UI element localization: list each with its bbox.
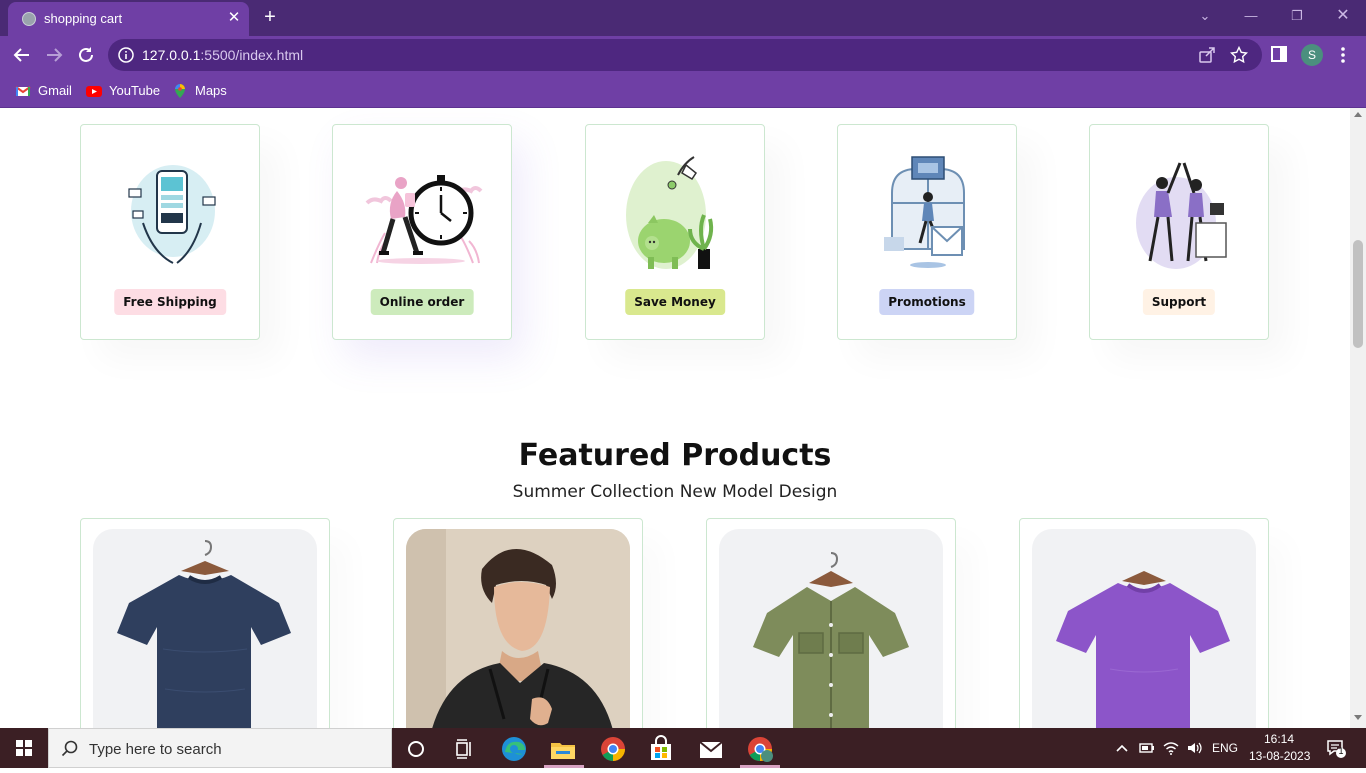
product-image-purple-tshirt[interactable]	[1032, 529, 1256, 728]
feature-label: Online order	[370, 289, 474, 315]
mail-icon[interactable]	[696, 734, 726, 764]
model-portrait-image	[406, 529, 630, 728]
feature-label: Support	[1142, 289, 1216, 315]
share-icon[interactable]	[1198, 46, 1216, 64]
feature-label: Promotions	[879, 289, 975, 315]
product-card[interactable]	[1019, 518, 1269, 728]
back-button[interactable]	[8, 41, 36, 69]
high-five-illustration	[1136, 162, 1227, 269]
bookmark-label: Gmail	[38, 83, 72, 98]
forward-arrow-icon	[47, 48, 63, 62]
bookmark-label: Maps	[195, 83, 227, 98]
featured-products-subtitle: Summer Collection New Model Design	[512, 482, 838, 502]
product-image-navy-tshirt[interactable]	[93, 529, 317, 728]
bookmark-star-icon[interactable]	[1230, 46, 1248, 64]
page-viewport: Free Shipping Online order Save Money Pr…	[0, 108, 1350, 728]
address-bar[interactable]: 127.0.0.1:5500/index.html	[108, 39, 1262, 71]
reload-button[interactable]	[72, 41, 100, 69]
battery-icon[interactable]	[1139, 740, 1155, 756]
feature-card-online-order[interactable]: Online order	[332, 124, 512, 340]
close-tab-icon[interactable]: ✕	[225, 9, 243, 27]
file-explorer-icon[interactable]	[548, 734, 578, 764]
tab-search-icon[interactable]: ⌄	[1190, 4, 1220, 28]
new-tab-button[interactable]: +	[259, 6, 281, 28]
close-window-button[interactable]: ✕	[1328, 4, 1358, 28]
feature-card-save-money[interactable]: Save Money	[585, 124, 765, 340]
bookmark-youtube[interactable]: YouTube	[86, 82, 162, 100]
chrome-profile-icon[interactable]	[745, 734, 775, 764]
tshirt-image	[1056, 571, 1230, 728]
piggy-bank-illustration	[626, 156, 714, 269]
featured-products-title: Featured Products	[518, 438, 832, 473]
product-card[interactable]	[393, 518, 643, 728]
product-card[interactable]	[706, 518, 956, 728]
globe-icon	[22, 12, 36, 26]
more-menu-icon[interactable]	[1336, 45, 1350, 65]
url-path: :5500/index.html	[200, 47, 304, 63]
shirt-image	[753, 552, 909, 728]
store-icon[interactable]	[646, 734, 676, 764]
mobile-payment-illustration	[128, 165, 216, 264]
taskbar-search-box[interactable]: Type here to search	[48, 728, 392, 768]
maps-icon	[175, 84, 185, 98]
feature-card-support[interactable]: Support	[1089, 124, 1269, 340]
browser-tab[interactable]: shopping cart ✕	[8, 2, 249, 36]
promotions-illustration	[884, 156, 965, 268]
windows-logo-icon	[16, 740, 32, 756]
start-button[interactable]	[0, 728, 48, 768]
page-scrollbar[interactable]	[1350, 108, 1366, 728]
edge-icon[interactable]	[499, 734, 529, 764]
reload-icon	[79, 47, 93, 62]
feature-label: Free Shipping	[114, 289, 226, 315]
gmail-icon	[15, 86, 31, 96]
profile-avatar[interactable]: S	[1301, 44, 1323, 66]
clock-date[interactable]: 13-08-2023	[1249, 749, 1310, 763]
task-view-icon[interactable]	[449, 734, 479, 764]
feature-card-promotions[interactable]: Promotions	[837, 124, 1017, 340]
forward-button[interactable]	[40, 41, 68, 69]
feature-label: Save Money	[625, 289, 725, 315]
browser-tabstrip: shopping cart ✕ + ⌄ — ❐ ✕	[0, 0, 1366, 36]
url-host: 127.0.0.1	[142, 47, 201, 63]
wifi-icon[interactable]	[1163, 740, 1179, 756]
windows-taskbar: Type here to search ENG 16:14 13-08-2023…	[0, 728, 1366, 768]
scroll-up-arrow-icon[interactable]	[1354, 112, 1362, 117]
bookmarks-bar: Gmail YouTube Maps	[0, 74, 1366, 108]
clock-time[interactable]: 16:14	[1264, 732, 1294, 746]
scrollbar-thumb[interactable]	[1353, 240, 1363, 348]
bookmark-gmail[interactable]: Gmail	[15, 82, 75, 100]
product-image-model-portrait[interactable]	[406, 529, 630, 728]
browser-toolbar: 127.0.0.1:5500/index.html S	[0, 36, 1366, 74]
language-indicator[interactable]: ENG	[1212, 741, 1238, 755]
scroll-down-arrow-icon[interactable]	[1354, 715, 1362, 720]
search-placeholder: Type here to search	[89, 741, 222, 758]
product-image-olive-shirt[interactable]	[719, 529, 943, 728]
restore-button[interactable]: ❐	[1282, 4, 1312, 28]
info-icon[interactable]	[118, 47, 134, 63]
tshirt-image	[117, 540, 291, 728]
tab-title: shopping cart	[44, 11, 123, 26]
show-hidden-icons-icon[interactable]	[1114, 740, 1130, 756]
chrome-icon[interactable]	[598, 734, 628, 764]
bookmark-maps[interactable]: Maps	[172, 82, 232, 100]
product-card[interactable]	[80, 518, 330, 728]
side-panel-icon[interactable]	[1271, 46, 1287, 62]
notification-count: 1	[1338, 746, 1344, 756]
bookmark-label: YouTube	[109, 83, 161, 98]
notification-center-button[interactable]: 1	[1326, 738, 1346, 758]
volume-icon[interactable]	[1186, 740, 1202, 756]
minimize-button[interactable]: —	[1236, 4, 1266, 28]
feature-card-free-shipping[interactable]: Free Shipping	[80, 124, 260, 340]
search-icon	[61, 740, 78, 757]
url-text: 127.0.0.1:5500/index.html	[142, 47, 303, 63]
youtube-icon	[86, 86, 102, 97]
cortana-icon[interactable]	[401, 734, 431, 764]
back-arrow-icon	[13, 48, 29, 62]
clock-runner-illustration	[365, 175, 483, 264]
